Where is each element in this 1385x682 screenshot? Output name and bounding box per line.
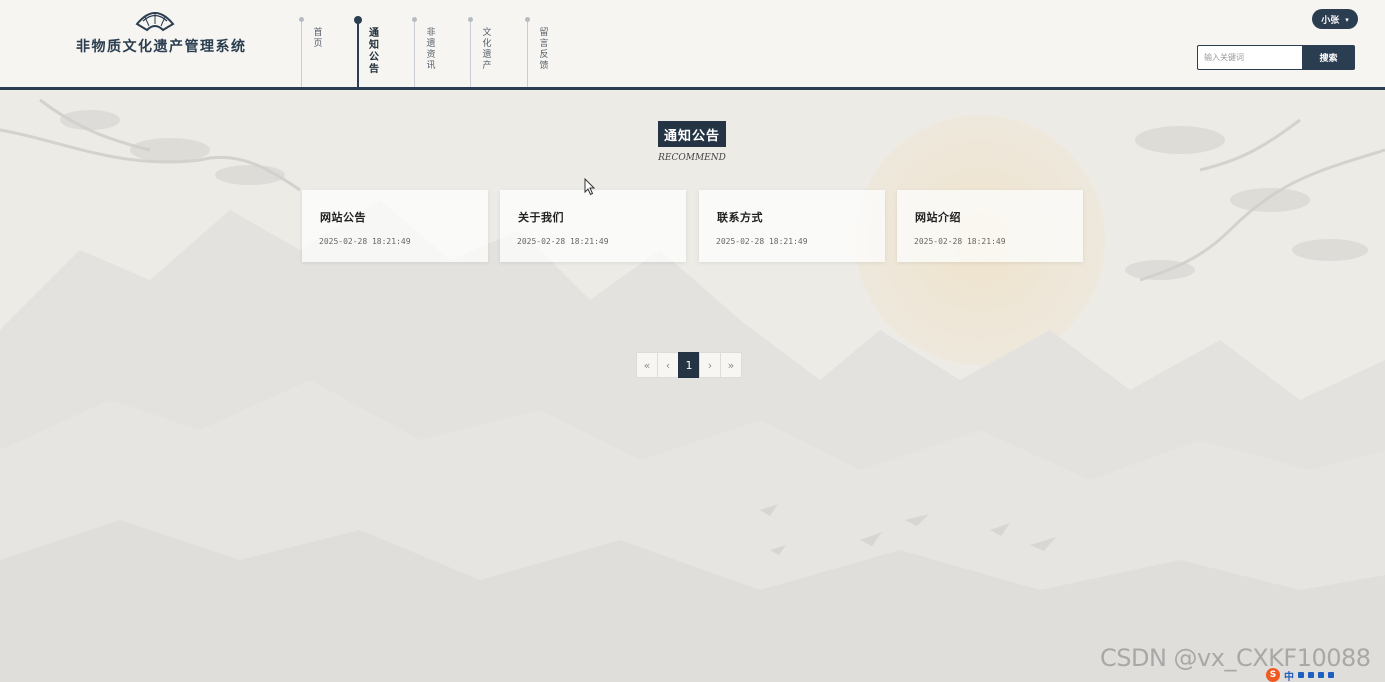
nav-label: 首页 xyxy=(313,28,323,49)
ime-language-label[interactable]: 中 xyxy=(1284,668,1294,682)
ink-landscape-background xyxy=(0,0,1385,682)
section-subtitle: RECOMMEND xyxy=(658,153,726,163)
page-button-current[interactable]: 1 xyxy=(678,352,700,378)
nav-feedback[interactable]: 留言反馈 xyxy=(525,0,584,87)
notice-title: 联系方式 xyxy=(717,211,763,224)
nav-label: 文化遗产 xyxy=(482,28,492,71)
next-page-button[interactable]: › xyxy=(699,352,721,378)
notice-card[interactable]: 关于我们 2025-02-28 18:21:49 xyxy=(500,190,686,262)
nav-notices[interactable]: 通知公告 xyxy=(354,0,414,87)
punctuation-icon[interactable] xyxy=(1298,672,1304,678)
sogou-logo-icon: S xyxy=(1266,668,1280,682)
nav-label: 留言反馈 xyxy=(539,28,549,71)
notice-card[interactable]: 联系方式 2025-02-28 18:21:49 xyxy=(699,190,885,262)
site-title: 非物质文化遗产管理系统 xyxy=(76,39,247,55)
nav-home[interactable]: 首页 xyxy=(299,0,358,87)
header-divider xyxy=(0,87,1385,90)
nav-label: 通知公告 xyxy=(369,28,379,75)
search-button[interactable]: 搜索 xyxy=(1302,45,1355,70)
nav-heritage-news[interactable]: 非遗资讯 xyxy=(412,0,471,87)
skin-icon[interactable] xyxy=(1328,672,1334,678)
microphone-icon[interactable] xyxy=(1308,672,1314,678)
search-input[interactable] xyxy=(1197,45,1302,70)
notice-date: 2025-02-28 18:21:49 xyxy=(319,237,411,246)
nav-label: 非遗资讯 xyxy=(426,28,436,71)
notice-title: 关于我们 xyxy=(518,211,564,224)
last-page-button[interactable]: » xyxy=(720,352,742,378)
notice-date: 2025-02-28 18:21:49 xyxy=(914,237,1006,246)
notice-card[interactable]: 网站介绍 2025-02-28 18:21:49 xyxy=(897,190,1083,262)
first-page-button[interactable]: « xyxy=(636,352,658,378)
pagination: « ‹ 1 › » xyxy=(636,352,742,378)
fan-icon xyxy=(135,12,175,32)
section-title: 通知公告 xyxy=(658,121,726,147)
user-menu-button[interactable]: 小张 ▾ xyxy=(1312,9,1358,29)
nav-cultural-heritage[interactable]: 文化遗产 xyxy=(468,0,527,87)
notice-date: 2025-02-28 18:21:49 xyxy=(517,237,609,246)
notice-card[interactable]: 网站公告 2025-02-28 18:21:49 xyxy=(302,190,488,262)
notice-title: 网站公告 xyxy=(320,211,366,224)
top-header: 非物质文化遗产管理系统 首页 通知公告 非遗资讯 文化遗产 留言反馈 小张 ▾ … xyxy=(0,0,1385,87)
keyboard-icon[interactable] xyxy=(1318,672,1324,678)
mouse-cursor-icon xyxy=(584,178,596,196)
notice-date: 2025-02-28 18:21:49 xyxy=(716,237,808,246)
caret-down-icon: ▾ xyxy=(1345,14,1349,24)
user-name: 小张 xyxy=(1321,15,1340,26)
ime-toolbar: S 中 xyxy=(1266,668,1385,682)
notice-title: 网站介绍 xyxy=(915,211,961,224)
prev-page-button[interactable]: ‹ xyxy=(657,352,679,378)
